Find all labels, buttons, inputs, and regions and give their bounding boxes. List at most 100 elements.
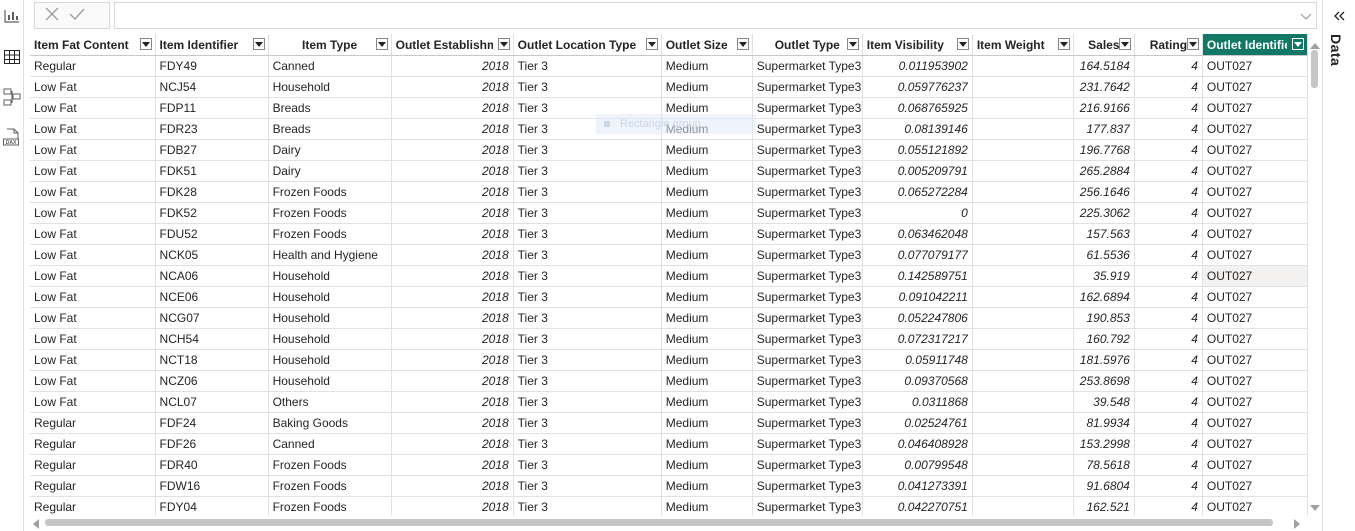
table-cell[interactable]: 231.7642	[1073, 76, 1135, 98]
table-cell[interactable]: FDF26	[155, 433, 269, 455]
table-cell[interactable]: Medium	[661, 391, 753, 413]
table-cell[interactable]: 78.5618	[1073, 454, 1135, 476]
table-cell[interactable]: Low Fat	[30, 391, 156, 413]
table-cell[interactable]: Canned	[268, 55, 392, 77]
table-cell[interactable]: Supermarket Type3	[752, 160, 863, 182]
table-cell[interactable]: Supermarket Type3	[752, 202, 863, 224]
table-cell[interactable]: Regular	[30, 433, 156, 455]
table-cell[interactable]: 190.853	[1073, 307, 1135, 329]
table-cell[interactable]: OUT027	[1202, 118, 1308, 140]
table-view-icon[interactable]	[2, 47, 22, 67]
table-cell[interactable]: Frozen Foods	[268, 202, 392, 224]
table-cell[interactable]: 2018	[391, 475, 514, 497]
table-cell[interactable]: Low Fat	[30, 223, 156, 245]
table-cell[interactable]: Regular	[30, 412, 156, 434]
table-cell[interactable]: OUT027	[1202, 370, 1308, 392]
table-cell[interactable]: 0.055121892	[862, 139, 973, 161]
table-cell[interactable]: 4	[1134, 454, 1203, 476]
table-cell[interactable]: Dairy	[268, 160, 392, 182]
table-cell[interactable]: 162.6894	[1073, 286, 1135, 308]
table-cell[interactable]: OUT027	[1202, 496, 1308, 516]
table-row[interactable]: Low Fat FDK52 Frozen Foods 2018 Tier 3 Medium…	[30, 202, 1308, 224]
table-cell[interactable]: 0.063462048	[862, 223, 973, 245]
table-cell[interactable]: OUT027	[1202, 76, 1308, 98]
table-cell[interactable]: 2018	[391, 391, 514, 413]
table-cell[interactable]: 2018	[391, 454, 514, 476]
table-cell[interactable]: Household	[268, 307, 392, 329]
table-row[interactable]: Low Fat FDU52 Frozen Foods 2018 Tier 3 Medium…	[30, 223, 1308, 245]
table-cell[interactable]: Medium	[661, 412, 753, 434]
table-cell[interactable]: Regular	[30, 496, 156, 516]
table-cell[interactable]: Tier 3	[513, 349, 662, 371]
table-cell[interactable]: NCL07	[155, 391, 269, 413]
table-cell[interactable]: 0.08139146	[862, 118, 973, 140]
table-cell[interactable]: OUT027	[1202, 265, 1308, 287]
table-cell[interactable]	[972, 55, 1074, 77]
table-cell[interactable]: 81.9934	[1073, 412, 1135, 434]
table-cell[interactable]: 2018	[391, 496, 514, 516]
table-cell[interactable]: Medium	[661, 349, 753, 371]
table-cell[interactable]	[972, 118, 1074, 140]
scroll-right-icon[interactable]	[1294, 518, 1300, 531]
table-cell[interactable]: Health and Hygiene	[268, 244, 392, 266]
table-cell[interactable]: Medium	[661, 181, 753, 203]
table-cell[interactable]: Medium	[661, 76, 753, 98]
table-cell[interactable]: 256.1646	[1073, 181, 1135, 203]
table-cell[interactable]: Low Fat	[30, 181, 156, 203]
table-cell[interactable]: Medium	[661, 223, 753, 245]
column-header[interactable]: Item Identifier	[155, 34, 269, 56]
formula-input[interactable]	[114, 2, 1317, 29]
table-cell[interactable]: 2018	[391, 55, 514, 77]
table-cell[interactable]: 0.059776237	[862, 76, 973, 98]
table-cell[interactable]: 4	[1134, 160, 1203, 182]
table-cell[interactable]: 0.041273391	[862, 475, 973, 497]
table-cell[interactable]: Supermarket Type3	[752, 76, 863, 98]
table-cell[interactable]: 196.7768	[1073, 139, 1135, 161]
scroll-left-icon[interactable]	[33, 518, 39, 531]
table-cell[interactable]: 0.09370568	[862, 370, 973, 392]
table-cell[interactable]: OUT027	[1202, 97, 1308, 119]
table-cell[interactable]: Household	[268, 286, 392, 308]
table-cell[interactable]: OUT027	[1202, 454, 1308, 476]
table-cell[interactable]: Tier 3	[513, 454, 662, 476]
table-row[interactable]: Low Fat NCT18 Household 2018 Tier 3 Medium Sup…	[30, 349, 1308, 371]
table-cell[interactable]: Breads	[268, 118, 392, 140]
table-cell[interactable]: Household	[268, 265, 392, 287]
table-cell[interactable]	[972, 97, 1074, 119]
filter-dropdown-icon[interactable]	[1186, 38, 1199, 50]
table-cell[interactable]: OUT027	[1202, 55, 1308, 77]
filter-dropdown-icon[interactable]	[736, 38, 749, 50]
table-cell[interactable]: Supermarket Type3	[752, 55, 863, 77]
table-cell[interactable]	[972, 244, 1074, 266]
table-cell[interactable]: 2018	[391, 265, 514, 287]
table-cell[interactable]: Supermarket Type3	[752, 454, 863, 476]
table-cell[interactable]: Regular	[30, 55, 156, 77]
table-cell[interactable]: NCZ06	[155, 370, 269, 392]
table-cell[interactable]: 4	[1134, 244, 1203, 266]
table-cell[interactable]: Tier 3	[513, 55, 662, 77]
table-cell[interactable]: Medium	[661, 139, 753, 161]
table-cell[interactable]	[972, 223, 1074, 245]
column-header[interactable]: Rating	[1134, 34, 1203, 56]
table-cell[interactable]: Tier 3	[513, 139, 662, 161]
table-cell[interactable]: 4	[1134, 76, 1203, 98]
table-cell[interactable]: OUT027	[1202, 139, 1308, 161]
table-cell[interactable]: Baking Goods	[268, 412, 392, 434]
table-cell[interactable]: Low Fat	[30, 370, 156, 392]
table-cell[interactable]: Supermarket Type3	[752, 97, 863, 119]
table-cell[interactable]: 2018	[391, 202, 514, 224]
table-cell[interactable]	[972, 433, 1074, 455]
table-row[interactable]: Regular FDY04 Frozen Foods 2018 Tier 3 Medium…	[30, 496, 1308, 516]
table-cell[interactable]: 2018	[391, 97, 514, 119]
table-cell[interactable]: 0.072317217	[862, 328, 973, 350]
table-cell[interactable]: 2018	[391, 118, 514, 140]
table-cell[interactable]: 4	[1134, 202, 1203, 224]
table-cell[interactable]: 2018	[391, 433, 514, 455]
table-cell[interactable]: 0.042270751	[862, 496, 973, 516]
table-cell[interactable]: 160.792	[1073, 328, 1135, 350]
table-cell[interactable]: OUT027	[1202, 307, 1308, 329]
table-cell[interactable]: Supermarket Type3	[752, 223, 863, 245]
double-chevron-left-icon[interactable]	[1331, 8, 1347, 24]
table-cell[interactable]: OUT027	[1202, 223, 1308, 245]
table-cell[interactable]	[972, 496, 1074, 516]
